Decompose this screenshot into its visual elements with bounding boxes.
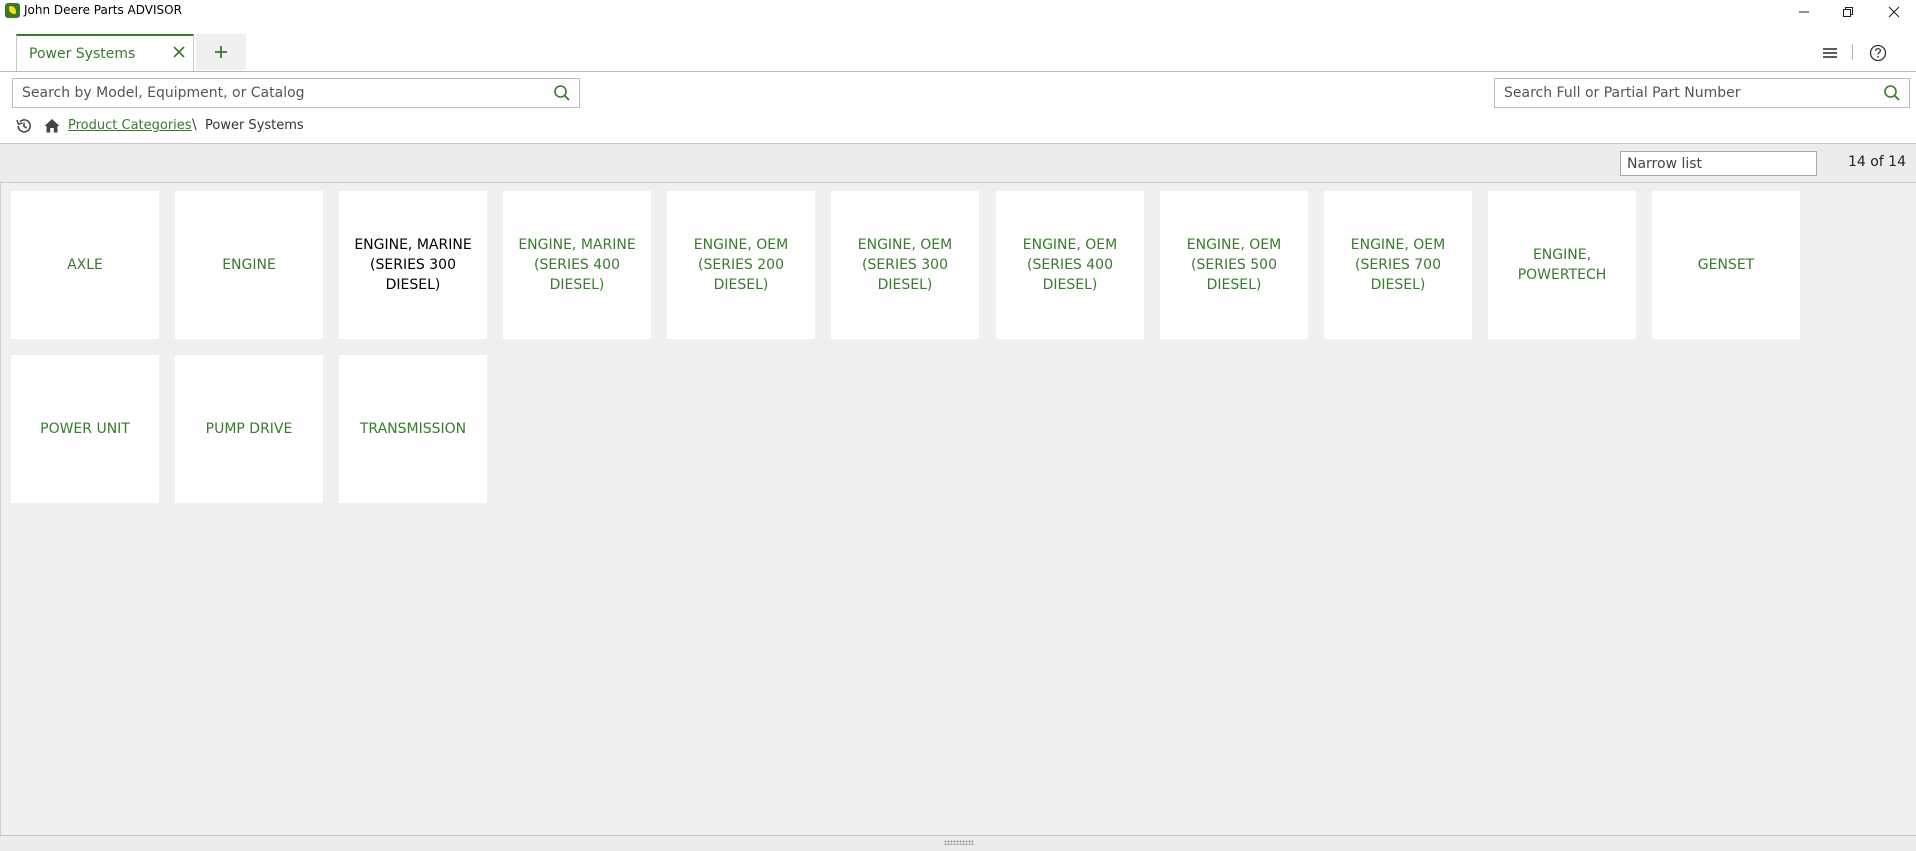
breadcrumb-separator: \ — [192, 117, 197, 133]
close-icon — [1888, 6, 1900, 18]
filter-bar: 14 of 14 — [0, 143, 1916, 183]
category-grid: AXLE ENGINE ENGINE, MARINE (SERIES 300 D… — [0, 183, 1916, 835]
category-tile-power-unit[interactable]: POWER UNIT — [11, 355, 159, 503]
category-tile-engine-powertech[interactable]: ENGINE, POWERTECH — [1488, 191, 1636, 339]
narrow-list-input[interactable] — [1620, 151, 1817, 176]
resize-grip-icon[interactable] — [944, 840, 974, 845]
menu-icon — [1823, 48, 1837, 58]
menu-button[interactable] — [1818, 42, 1842, 64]
category-tile-engine-oem-200[interactable]: ENGINE, OEM (SERIES 200 DIESEL) — [667, 191, 815, 339]
tile-label: ENGINE, POWERTECH — [1517, 247, 1607, 283]
category-tile-engine-oem-300[interactable]: ENGINE, OEM (SERIES 300 DIESEL) — [831, 191, 979, 339]
app-logo-icon — [5, 3, 20, 18]
help-icon — [1869, 44, 1887, 62]
close-window-button[interactable] — [1872, 0, 1916, 24]
home-icon[interactable] — [42, 116, 62, 136]
model-search-input[interactable] — [13, 79, 552, 107]
tile-label: ENGINE, OEM (SERIES 400 DIESEL) — [1022, 237, 1118, 293]
help-button[interactable] — [1866, 42, 1890, 64]
minimize-icon — [1799, 11, 1809, 13]
title-bar: John Deere Parts ADVISOR — [0, 0, 1916, 24]
bottom-panel-splitter[interactable] — [0, 835, 1916, 851]
tile-label: POWER UNIT — [40, 421, 130, 437]
tile-label: ENGINE, OEM (SERIES 200 DIESEL) — [693, 237, 789, 293]
tile-label: AXLE — [67, 257, 103, 273]
tile-label: ENGINE, MARINE (SERIES 300 DIESEL) — [354, 237, 472, 293]
breadcrumb: Product Categories \ Power Systems — [0, 114, 700, 138]
window-title: John Deere Parts ADVISOR — [24, 3, 182, 17]
search-area: Product Categories \ Power Systems — [0, 72, 1916, 143]
part-search-box — [1494, 78, 1910, 108]
category-tile-engine-marine-400[interactable]: ENGINE, MARINE (SERIES 400 DIESEL) — [503, 191, 651, 339]
category-tile-engine-oem-400[interactable]: ENGINE, OEM (SERIES 400 DIESEL) — [996, 191, 1144, 339]
add-tab-button[interactable] — [196, 34, 246, 70]
tab-close-icon[interactable] — [171, 44, 187, 60]
breadcrumb-link-product-categories[interactable]: Product Categories — [68, 118, 192, 133]
search-icon[interactable] — [1883, 84, 1901, 102]
plus-icon — [215, 46, 227, 58]
restore-icon — [1843, 7, 1853, 17]
category-tile-axle[interactable]: AXLE — [11, 191, 159, 339]
category-tile-pump-drive[interactable]: PUMP DRIVE — [175, 355, 323, 503]
tile-label: PUMP DRIVE — [205, 421, 293, 437]
tile-label: ENGINE — [222, 257, 276, 273]
category-tile-engine-oem-700[interactable]: ENGINE, OEM (SERIES 700 DIESEL) — [1324, 191, 1472, 339]
tile-label: ENGINE, OEM (SERIES 300 DIESEL) — [857, 237, 953, 293]
restore-button[interactable] — [1826, 0, 1870, 24]
category-tile-engine-marine-300[interactable]: ENGINE, MARINE (SERIES 300 DIESEL) — [339, 191, 487, 339]
part-number-search-input[interactable] — [1495, 79, 1882, 107]
model-search-box — [12, 78, 580, 108]
tile-label: ENGINE, OEM (SERIES 700 DIESEL) — [1350, 237, 1446, 293]
tile-label: ENGINE, MARINE (SERIES 400 DIESEL) — [518, 237, 636, 293]
history-icon[interactable] — [14, 116, 34, 136]
tab-bar: Power Systems — [0, 24, 1916, 72]
category-tile-genset[interactable]: GENSET — [1652, 191, 1800, 339]
tile-label: ENGINE, OEM (SERIES 500 DIESEL) — [1186, 237, 1282, 293]
toolbar-divider — [1852, 44, 1853, 60]
result-count: 14 of 14 — [1847, 154, 1906, 170]
tile-label: TRANSMISSION — [359, 421, 467, 437]
search-icon[interactable] — [553, 84, 571, 102]
breadcrumb-current: Power Systems — [205, 118, 304, 133]
category-tile-engine[interactable]: ENGINE — [175, 191, 323, 339]
category-tile-engine-oem-500[interactable]: ENGINE, OEM (SERIES 500 DIESEL) — [1160, 191, 1308, 339]
tile-label: GENSET — [1697, 257, 1755, 273]
category-tile-transmission[interactable]: TRANSMISSION — [339, 355, 487, 503]
tab-label: Power Systems — [29, 46, 136, 62]
tab-power-systems[interactable]: Power Systems — [16, 34, 194, 71]
minimize-button[interactable] — [1782, 0, 1826, 24]
